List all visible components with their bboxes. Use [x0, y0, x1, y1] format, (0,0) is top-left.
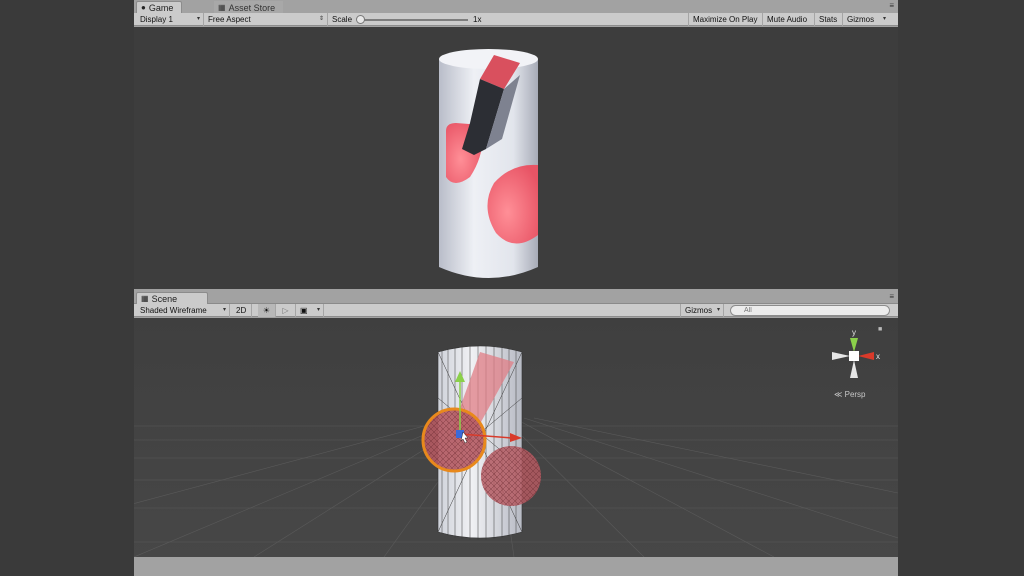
game-tab-bar: ● Game ▦ Asset Store ≡	[134, 0, 898, 14]
panel-menu-icon[interactable]: ≡	[889, 0, 894, 12]
game-controller-icon: ●	[141, 3, 146, 12]
mute-audio-toggle[interactable]: Mute Audio	[763, 13, 815, 26]
chevron-down-icon: ▾	[882, 16, 886, 22]
scene-render	[134, 318, 898, 557]
scene-tab-bar: ▦ Scene ≡	[134, 291, 898, 305]
chevron-down-icon: ▾	[316, 307, 320, 313]
tab-asset-store-label: Asset Store	[228, 2, 276, 13]
chevron-down-icon: ▾	[716, 307, 720, 313]
gizmo-y-cone[interactable]	[850, 338, 858, 352]
gizmo-center-cube[interactable]	[849, 351, 859, 361]
scene-toolbar: Shaded Wireframe ▾ 2D ☀ ▷ ▣ ▾ Gizmos ▾ ⚲	[134, 304, 898, 317]
projection-toggle[interactable]: ≪ Persp	[834, 390, 866, 399]
display-dropdown-label: Display 1	[140, 15, 173, 24]
scene-audio-toggle[interactable]: ▷	[276, 304, 296, 317]
scale-control: Scale 1x	[328, 13, 490, 26]
gizmo-neg-y-cone[interactable]	[850, 360, 858, 378]
game-gizmos-label: Gizmos	[847, 15, 875, 24]
projection-label: Persp	[844, 390, 866, 399]
panel-menu-icon[interactable]: ≡	[889, 291, 894, 303]
draw-mode-label: Shaded Wireframe	[140, 306, 207, 315]
game-viewport[interactable]	[134, 27, 898, 289]
2d-toggle-label: 2D	[236, 306, 247, 315]
sun-icon: ☀	[262, 306, 271, 315]
draw-mode-dropdown[interactable]: Shaded Wireframe ▾	[136, 304, 230, 317]
game-render	[439, 49, 538, 278]
game-toolbar: Display 1 ▾ Free Aspect ⇕ Scale 1x Maxim…	[134, 13, 898, 26]
scene-lighting-toggle[interactable]: ☀	[258, 304, 276, 317]
asset-store-icon: ▦	[218, 2, 226, 12]
gizmo-y-label: y	[852, 328, 856, 337]
aspect-dropdown-label: Free Aspect	[208, 15, 251, 24]
projection-icon: ≪	[834, 390, 843, 399]
stats-toggle[interactable]: Stats	[815, 13, 843, 26]
bottom-strip	[134, 557, 898, 576]
scale-value: 1x	[473, 15, 482, 24]
scale-slider-track[interactable]	[358, 19, 468, 21]
2d-toggle[interactable]: 2D	[232, 304, 252, 317]
unity-editor: ● Game ▦ Asset Store ≡ Display 1 ▾ Free …	[134, 0, 898, 576]
stats-label: Stats	[819, 15, 838, 24]
aspect-dropdown[interactable]: Free Aspect ⇕	[204, 13, 328, 26]
speaker-icon: ▷	[282, 306, 289, 315]
maximize-on-play-toggle[interactable]: Maximize On Play	[688, 13, 763, 26]
mute-audio-label: Mute Audio	[767, 15, 808, 24]
scene-effects-dropdown[interactable]: ▣ ▾	[296, 304, 324, 317]
scene-search-input[interactable]	[730, 305, 890, 316]
gizmo-neg-x-cone[interactable]	[832, 352, 850, 360]
scale-label: Scale	[332, 15, 353, 24]
scene-grid-icon: ▦	[141, 294, 149, 303]
maximize-on-play-label: Maximize On Play	[693, 15, 758, 24]
game-gizmos-dropdown[interactable]: Gizmos ▾	[843, 13, 889, 26]
display-dropdown[interactable]: Display 1 ▾	[136, 13, 204, 26]
scale-slider-thumb[interactable]	[356, 15, 365, 24]
gizmo-x-cone[interactable]	[858, 352, 874, 360]
scene-gizmos-label: Gizmos	[685, 306, 713, 315]
chevron-down-icon: ▾	[222, 307, 226, 313]
scene-gizmos-dropdown[interactable]: Gizmos ▾	[680, 304, 724, 317]
scene-viewport[interactable]: y x ■ ≪ Persp	[134, 318, 898, 557]
gizmo-x-label: x	[876, 352, 880, 361]
image-icon: ▣	[300, 306, 308, 315]
chevron-down-icon: ▾	[196, 16, 200, 22]
orientation-gizmo[interactable]: y x	[824, 326, 884, 386]
chevron-updown-icon: ⇕	[318, 16, 324, 22]
lock-icon[interactable]: ■	[878, 326, 882, 333]
